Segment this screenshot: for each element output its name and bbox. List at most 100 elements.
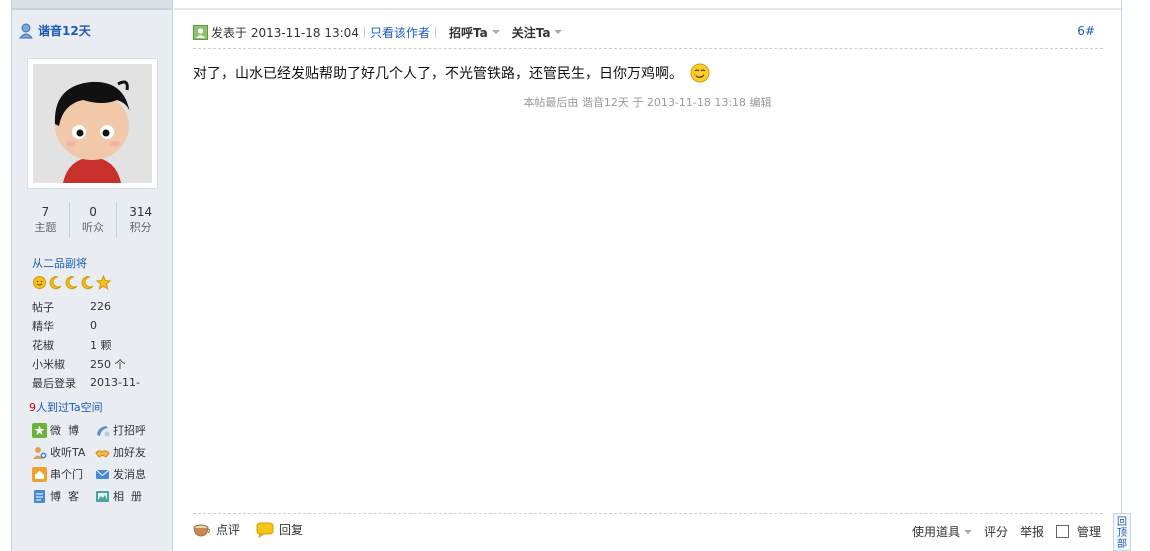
- author-info-table: 帖子 226 精华 0 花椒 1 颗 小米椒 250 个 最后登录 2013-1…: [32, 297, 140, 392]
- comment-label: 点评: [216, 523, 241, 537]
- only-author-link[interactable]: 只看该作者: [370, 24, 430, 41]
- rate-button[interactable]: 评分: [984, 523, 1008, 540]
- author-name-row: 谐音12天: [18, 22, 91, 39]
- edited-note: 本帖最后由 谐音12天 于 2013-11-18 13:18 编辑: [523, 96, 772, 109]
- reply-button[interactable]: 回复: [256, 521, 303, 538]
- author-stats: 7 主题 0 听众 314 积分: [22, 202, 164, 238]
- post-footer-right: 使用道具 评分 举报 管理: [912, 523, 1101, 540]
- info-key: 帖子: [32, 300, 54, 314]
- author-actions: 微 博 打招呼 收听TA 加好友 串个门 发消息 博 客 相 册: [32, 422, 158, 504]
- sidebar-top-bar: [12, 0, 172, 10]
- post-footer-left: 点评 回复: [193, 521, 303, 538]
- manage-label: 管理: [1076, 525, 1101, 539]
- user-online-icon: [193, 24, 208, 40]
- moon-icon: [64, 275, 79, 290]
- post-content: 对了，山水已经发贴帮助了好几个人了，不光管铁路，还管民生，日你万鸡啊。: [193, 62, 711, 84]
- send-message-button[interactable]: 发消息: [95, 466, 158, 482]
- stat-points-label: 积分: [129, 221, 152, 234]
- avatar[interactable]: [27, 58, 158, 189]
- chevron-down-icon: [554, 30, 563, 34]
- manage-checkbox[interactable]: [1055, 525, 1069, 538]
- add-friend-icon: [95, 449, 110, 458]
- stat-topics-label: 主题: [34, 221, 57, 234]
- page-gutter: [0, 0, 11, 551]
- blog-label: 博 客: [50, 490, 79, 503]
- info-row: 小米椒 250 个: [32, 354, 140, 373]
- back-to-top-button[interactable]: 回顶部: [1113, 513, 1131, 551]
- use-tool-menu[interactable]: 使用道具: [912, 523, 972, 540]
- header-divider: [193, 48, 1103, 49]
- greet-ta-label: 招呼Ta: [448, 25, 488, 40]
- author-sidebar: 谐音12天 7 主题 0 听众 314 积分 从二品副将 帖子 226 精华 0…: [11, 0, 173, 551]
- use-tool-label: 使用道具: [911, 525, 960, 539]
- space-visitors-link[interactable]: 9人到过Ta空间: [29, 399, 103, 415]
- greet-ta-menu[interactable]: 招呼Ta: [449, 24, 500, 41]
- stat-listeners-value: 0: [89, 205, 97, 219]
- sun-icon: [32, 275, 47, 290]
- send-message-label: 发消息: [113, 468, 146, 481]
- stat-points-value: 314: [129, 205, 153, 219]
- home-icon: [32, 466, 47, 482]
- weibo-label: 微 博: [50, 424, 79, 437]
- info-key: 花椒: [32, 338, 54, 352]
- posted-time: 发表于 2013-11-18 13:04: [211, 25, 359, 40]
- right-border: [1121, 0, 1122, 551]
- follow-ta-menu[interactable]: 关注Ta: [512, 24, 563, 41]
- stat-points[interactable]: 314 积分: [117, 202, 164, 238]
- stat-topics[interactable]: 7 主题: [22, 202, 70, 238]
- info-value[interactable]: 0: [90, 319, 97, 332]
- floor-number-link[interactable]: 6#: [1077, 24, 1095, 38]
- post-header: 发表于 2013-11-18 13:04 只看该作者 招呼Ta 关注Ta: [193, 22, 1103, 42]
- greet-icon: [97, 425, 110, 436]
- info-key: 小米椒: [32, 357, 65, 371]
- chevron-down-icon: [491, 30, 500, 34]
- info-value[interactable]: 226: [90, 300, 111, 313]
- online-user-icon: [18, 23, 34, 38]
- info-value: 250 个: [90, 357, 126, 371]
- reply-label: 回复: [279, 523, 304, 537]
- avatar-image: [33, 64, 152, 183]
- footer-divider: [193, 513, 1103, 514]
- header-separator: [363, 26, 365, 38]
- info-row: 花椒 1 颗: [32, 335, 140, 354]
- info-key: 最后登录: [32, 376, 76, 390]
- album-button[interactable]: 相 册: [95, 488, 158, 504]
- add-friend-button[interactable]: 加好友: [95, 444, 158, 460]
- info-key: 精华: [32, 319, 54, 333]
- chevron-down-icon: [963, 529, 972, 534]
- greet-button[interactable]: 打招呼: [95, 422, 158, 438]
- rank-level-icons: [32, 274, 112, 290]
- weibo-button[interactable]: 微 博: [32, 422, 95, 438]
- manage-control[interactable]: 管理: [1055, 523, 1101, 540]
- add-friend-label: 加好友: [113, 446, 146, 459]
- info-row: 最后登录 2013-11-: [32, 373, 140, 392]
- comment-button[interactable]: 点评: [193, 521, 240, 538]
- visit-home-button[interactable]: 串个门: [32, 466, 95, 482]
- follow-button[interactable]: 收听TA: [32, 444, 95, 460]
- coffee-cup-icon: [193, 524, 210, 537]
- rank-title[interactable]: 从二品副将: [32, 255, 87, 271]
- album-label: 相 册: [113, 490, 142, 503]
- info-value: 1 颗: [90, 338, 112, 352]
- weibo-icon: [32, 422, 47, 438]
- stat-listeners[interactable]: 0 听众: [70, 202, 118, 238]
- star-icon: [95, 274, 112, 290]
- stat-topics-value: 7: [41, 205, 50, 219]
- follow-ta-label: 关注Ta: [511, 25, 551, 40]
- info-row: 精华 0: [32, 316, 140, 335]
- follow-label: 收听TA: [50, 446, 86, 459]
- smiley-emoticon-icon: [690, 63, 710, 83]
- author-name-link[interactable]: 谐音12天: [38, 22, 91, 39]
- blog-button[interactable]: 博 客: [32, 488, 95, 504]
- album-icon: [96, 490, 109, 502]
- main-top-bar: [174, 0, 1121, 10]
- message-icon: [95, 469, 110, 479]
- post-text: 对了，山水已经发贴帮助了好几个人了，不光管铁路，还管民生，日你万鸡啊。: [193, 66, 683, 82]
- info-row: 帖子 226: [32, 297, 140, 316]
- report-button[interactable]: 举报: [1020, 523, 1044, 540]
- visit-home-label: 串个门: [50, 468, 83, 481]
- stat-listeners-label: 听众: [82, 221, 104, 234]
- info-value: 2013-11-: [90, 376, 140, 389]
- visitors-count: 9: [29, 401, 36, 414]
- greet-label: 打招呼: [113, 424, 146, 437]
